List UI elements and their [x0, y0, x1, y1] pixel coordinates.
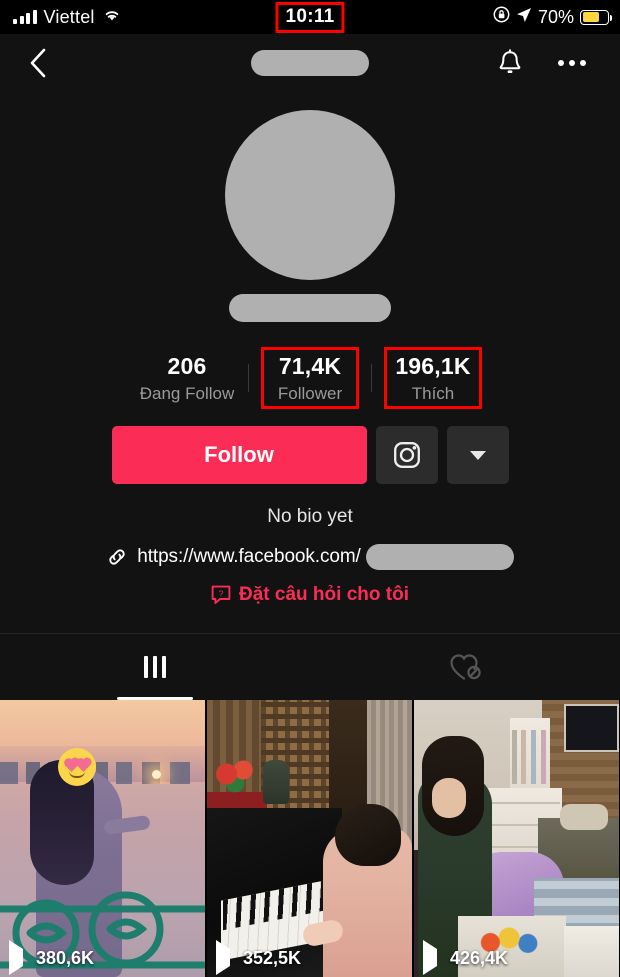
play-icon	[9, 939, 29, 975]
status-bar-right: 70%	[493, 0, 613, 34]
back-button[interactable]	[18, 43, 58, 83]
notifications-button[interactable]	[490, 43, 530, 83]
status-bar-center: 10:11	[275, 2, 345, 33]
stat-following-value: 206	[167, 352, 207, 379]
stat-likes-label: Thích	[411, 383, 455, 403]
profile-link-redacted	[365, 544, 514, 570]
video-thumbnail-3-image	[414, 700, 619, 977]
question-bubble-icon: ?	[211, 585, 231, 604]
instagram-button[interactable]	[375, 426, 438, 484]
ask-question-label: Đặt câu hỏi cho tôi	[239, 584, 409, 605]
video-views-3: 426,4K	[423, 939, 509, 975]
rotation-lock-icon	[493, 6, 510, 28]
ask-question-row[interactable]: ? Đặt câu hỏi cho tôi	[0, 584, 620, 606]
instagram-icon	[393, 442, 420, 468]
battery-percent-label: 70%	[537, 6, 574, 27]
status-bar-left: Viettel	[0, 7, 122, 28]
profile-tabs	[0, 633, 620, 700]
stat-following-label: Đang Follow	[139, 383, 235, 403]
profile-section: 206 Đang Follow 71,4K Follower 196,1K Th…	[0, 92, 620, 606]
stat-followers-value: 71,4K	[278, 352, 342, 379]
avatar[interactable]	[225, 110, 395, 280]
battery-icon	[580, 9, 613, 25]
carrier-label: Viettel	[43, 6, 95, 27]
time-annotation-box: 10:11	[275, 2, 345, 33]
display-name-redacted	[229, 294, 391, 322]
video-grid: 380,6K 352,5K 426,4K	[0, 700, 620, 977]
video-thumbnail-2-image	[207, 700, 412, 977]
more-actions-button[interactable]	[446, 426, 509, 484]
cellular-signal-icon	[13, 10, 37, 24]
grid-icon	[144, 656, 166, 678]
stat-following[interactable]: 206 Đang Follow	[138, 347, 236, 409]
stats-row: 206 Đang Follow 71,4K Follower 196,1K Th…	[0, 344, 620, 412]
play-icon	[423, 939, 443, 975]
tab-videos[interactable]	[0, 634, 310, 700]
stat-likes-value: 196,1K	[395, 352, 471, 379]
chevron-down-icon	[469, 450, 486, 460]
video-thumbnail-2[interactable]: 352,5K	[207, 700, 412, 977]
clock-label: 10:11	[285, 6, 335, 27]
video-views-1: 380,6K	[9, 939, 95, 975]
play-icon	[216, 939, 236, 975]
video-thumbnail-1[interactable]: 380,6K	[0, 700, 205, 977]
video-views-1-count: 380,6K	[36, 948, 95, 968]
svg-text:?: ?	[219, 588, 224, 598]
video-thumbnail-3[interactable]: 426,4K	[414, 700, 619, 977]
bell-icon	[499, 48, 521, 73]
video-views-3-count: 426,4K	[450, 948, 509, 968]
link-icon	[109, 549, 125, 565]
stat-followers[interactable]: 71,4K Follower	[261, 347, 359, 409]
more-options-button[interactable]	[550, 43, 594, 83]
profile-link-text: https://www.facebook.com/	[137, 546, 361, 567]
wifi-icon	[102, 7, 122, 27]
navigation-bar	[0, 34, 620, 92]
heart-eyes-emoji-overlay	[58, 748, 96, 786]
stat-likes[interactable]: 196,1K Thích	[384, 347, 482, 409]
stat-followers-label: Follower	[277, 383, 343, 403]
action-buttons-row: Follow	[0, 426, 620, 484]
video-thumbnail-1-image	[0, 700, 205, 977]
follow-button[interactable]: Follow	[111, 426, 367, 484]
location-arrow-icon	[516, 7, 532, 28]
video-views-2: 352,5K	[216, 939, 302, 975]
more-options-icon	[558, 60, 564, 66]
profile-link-row[interactable]: https://www.facebook.com/	[0, 544, 620, 570]
heart-private-icon	[450, 654, 481, 680]
stat-divider	[248, 364, 249, 392]
tab-liked[interactable]	[310, 634, 620, 700]
status-bar: Viettel 10:11 70%	[0, 0, 620, 34]
bio-text: No bio yet	[267, 506, 353, 527]
username-title-redacted	[251, 50, 369, 76]
back-chevron-icon	[30, 48, 46, 78]
video-views-2-count: 352,5K	[243, 948, 302, 968]
stat-divider	[371, 364, 372, 392]
